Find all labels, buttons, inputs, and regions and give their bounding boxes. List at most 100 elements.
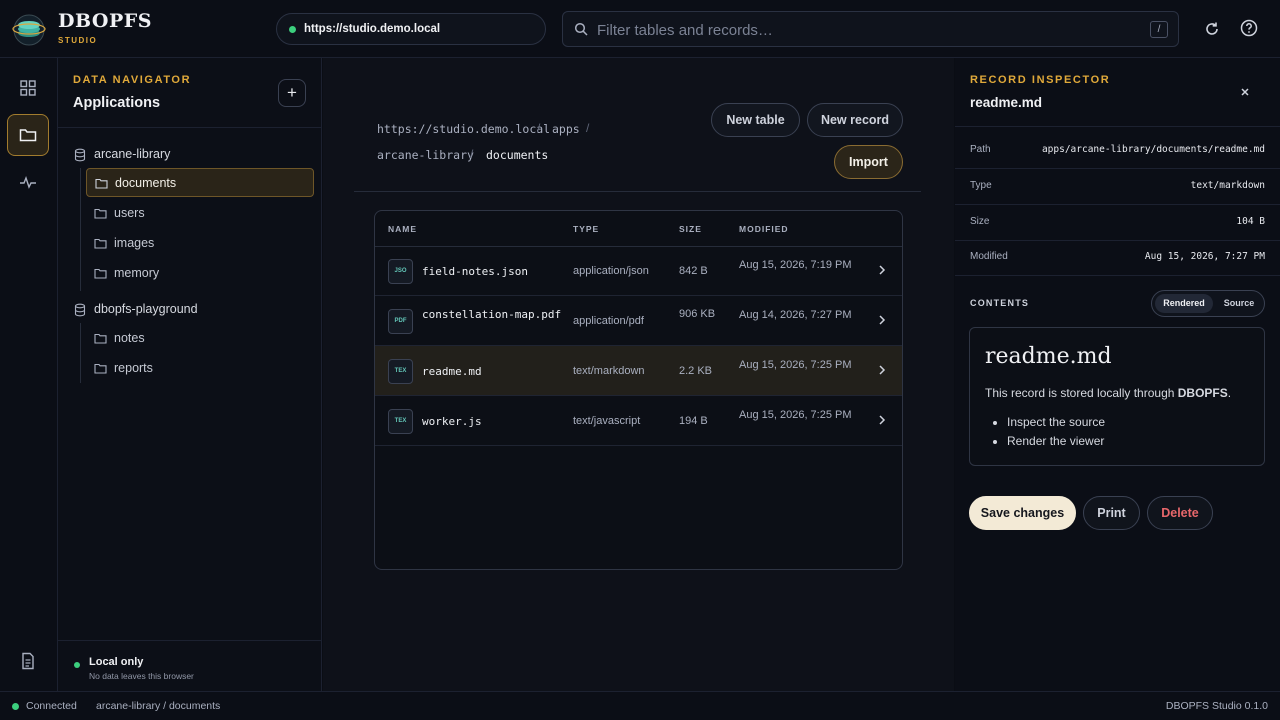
file-name: field-notes.json <box>422 265 528 278</box>
bullet-icon <box>993 421 997 425</box>
add-application-button[interactable]: + <box>278 79 306 107</box>
folder-icon <box>94 208 107 219</box>
meta-value: apps/arcane-library/documents/readme.md <box>1041 144 1265 155</box>
file-type: application/pdf <box>573 315 644 327</box>
tree-item-images[interactable]: images <box>86 229 314 258</box>
file-type: text/markdown <box>573 365 645 377</box>
json-file-icon: JSO <box>388 259 413 284</box>
search-box[interactable]: / <box>562 11 1179 47</box>
preview-list-item: Inspect the source <box>1007 415 1106 429</box>
meta-row-type: Type text/markdown <box>955 169 1280 205</box>
text-file-icon: TEX <box>388 359 413 384</box>
tree-item-documents[interactable]: documents <box>86 168 314 197</box>
rail-grid-button[interactable] <box>7 67 49 109</box>
file-name: readme.md <box>422 365 482 378</box>
search-shortcut-badge: / <box>1150 21 1168 38</box>
divider <box>354 191 921 192</box>
tree-item-reports[interactable]: reports <box>86 354 314 383</box>
document-icon <box>22 652 34 670</box>
left-rail <box>0 58 58 691</box>
breadcrumb-host[interactable]: https://studio.demo.local <box>377 122 550 136</box>
breadcrumb-arcane-library[interactable]: arcane-library <box>377 148 474 162</box>
rail-folder-button[interactable] <box>7 114 49 156</box>
column-header-size[interactable]: SIZE <box>679 224 702 234</box>
connection-status: Connected <box>26 700 77 712</box>
meta-row-size: Size 104 B <box>955 205 1280 241</box>
rail-activity-button[interactable] <box>7 161 49 203</box>
breadcrumb-separator: / <box>586 121 590 135</box>
breadcrumb-separator: / <box>537 121 541 135</box>
new-table-button[interactable]: New table <box>711 103 800 137</box>
rendered-preview: readme.md This record is stored locally … <box>969 327 1265 466</box>
tab-rendered[interactable]: Rendered <box>1155 294 1213 313</box>
file-size: 194 B <box>679 415 708 427</box>
inspector-header: RECORD INSPECTOR readme.md <box>955 58 1280 127</box>
meta-key: Path <box>970 144 991 155</box>
tree-item-label: documents <box>115 176 177 190</box>
tree-group-label: arcane-library <box>94 147 171 161</box>
file-name: constellation-map.pdf <box>422 308 562 321</box>
new-record-button[interactable]: New record <box>807 103 903 137</box>
table-row-selected[interactable]: TEX readme.md text/markdown 2.2 KB Aug 1… <box>375 346 902 396</box>
tree-item-users[interactable]: users <box>86 199 314 228</box>
close-icon[interactable] <box>1238 85 1252 99</box>
breadcrumb-apps[interactable]: apps <box>552 122 580 136</box>
inspector-title: readme.md <box>970 95 1043 110</box>
url-pill[interactable]: https://studio.demo.local <box>276 13 546 45</box>
refresh-icon[interactable] <box>1202 19 1222 39</box>
view-toggle: Rendered Source <box>1151 290 1265 317</box>
bullet-icon <box>993 440 997 444</box>
folder-icon <box>19 129 37 142</box>
file-type: text/javascript <box>573 415 641 427</box>
preview-paragraph: This record is stored locally through DB… <box>985 386 1231 400</box>
print-button[interactable]: Print <box>1083 496 1140 530</box>
database-icon <box>74 148 86 162</box>
tree-item-label: users <box>114 206 145 220</box>
file-modified: Aug 15, 2026, 7:25 PM <box>739 359 852 371</box>
folder-icon <box>94 268 107 279</box>
table-row[interactable]: TEX worker.js text/javascript 194 B Aug … <box>375 396 902 446</box>
tree-item-label: images <box>114 236 155 250</box>
meta-value: Aug 15, 2026, 7:27 PM <box>1144 251 1265 262</box>
help-icon[interactable] <box>1239 18 1259 38</box>
table-row[interactable]: PDF constellation-map.pdf application/pd… <box>375 296 902 346</box>
data-navigator: DATA NAVIGATOR Applications + arcane-lib… <box>58 58 322 691</box>
save-changes-button[interactable]: Save changes <box>969 496 1076 530</box>
search-input[interactable] <box>597 18 1117 42</box>
tree-guide-line <box>80 168 81 291</box>
database-icon <box>74 303 86 317</box>
preview-list-item: Render the viewer <box>1007 434 1105 448</box>
tree-item-memory[interactable]: memory <box>86 259 314 288</box>
meta-value: text/markdown <box>1190 180 1265 191</box>
status-bar: Connected arcane-library / documents DBO… <box>0 691 1280 720</box>
column-header-name[interactable]: NAME <box>388 224 417 234</box>
navigator-kicker: DATA NAVIGATOR <box>73 74 192 86</box>
import-button[interactable]: Import <box>834 145 903 179</box>
tab-source[interactable]: Source <box>1215 294 1263 313</box>
meta-value: 104 B <box>1236 216 1265 227</box>
local-only-subtitle: No data leaves this browser <box>89 671 194 681</box>
rail-document-button[interactable] <box>7 640 49 682</box>
meta-row-modified: Modified Aug 15, 2026, 7:27 PM <box>955 240 1280 276</box>
local-only-notice: Local only No data leaves this browser <box>58 640 322 691</box>
tree-item-label: reports <box>114 361 153 375</box>
column-header-modified[interactable]: MODIFIED <box>739 224 789 234</box>
preview-heading: readme.md <box>985 344 1112 369</box>
app-subtitle: STUDIO <box>58 36 98 45</box>
column-header-type[interactable]: TYPE <box>573 224 599 234</box>
preview-paragraph-end: . <box>1227 386 1232 400</box>
file-modified: Aug 14, 2026, 7:27 PM <box>739 309 852 321</box>
delete-button[interactable]: Delete <box>1147 496 1213 530</box>
tree-group-label: dbopfs-playground <box>94 302 198 316</box>
tree-item-label: memory <box>114 266 160 280</box>
meta-key: Modified <box>970 251 1008 262</box>
search-icon <box>574 22 588 36</box>
connected-dot-icon <box>12 703 19 710</box>
main-panel: https://studio.demo.local / apps / arcan… <box>323 58 954 691</box>
table-row[interactable]: JSO field-notes.json application/json 84… <box>375 246 902 296</box>
records-table: NAME TYPE SIZE MODIFIED JSO field-notes.… <box>374 210 903 570</box>
url-text: https://studio.demo.local <box>304 23 441 35</box>
tree-item-notes[interactable]: notes <box>86 324 314 353</box>
local-status-dot-icon <box>74 662 80 668</box>
local-only-title: Local only <box>89 656 144 668</box>
